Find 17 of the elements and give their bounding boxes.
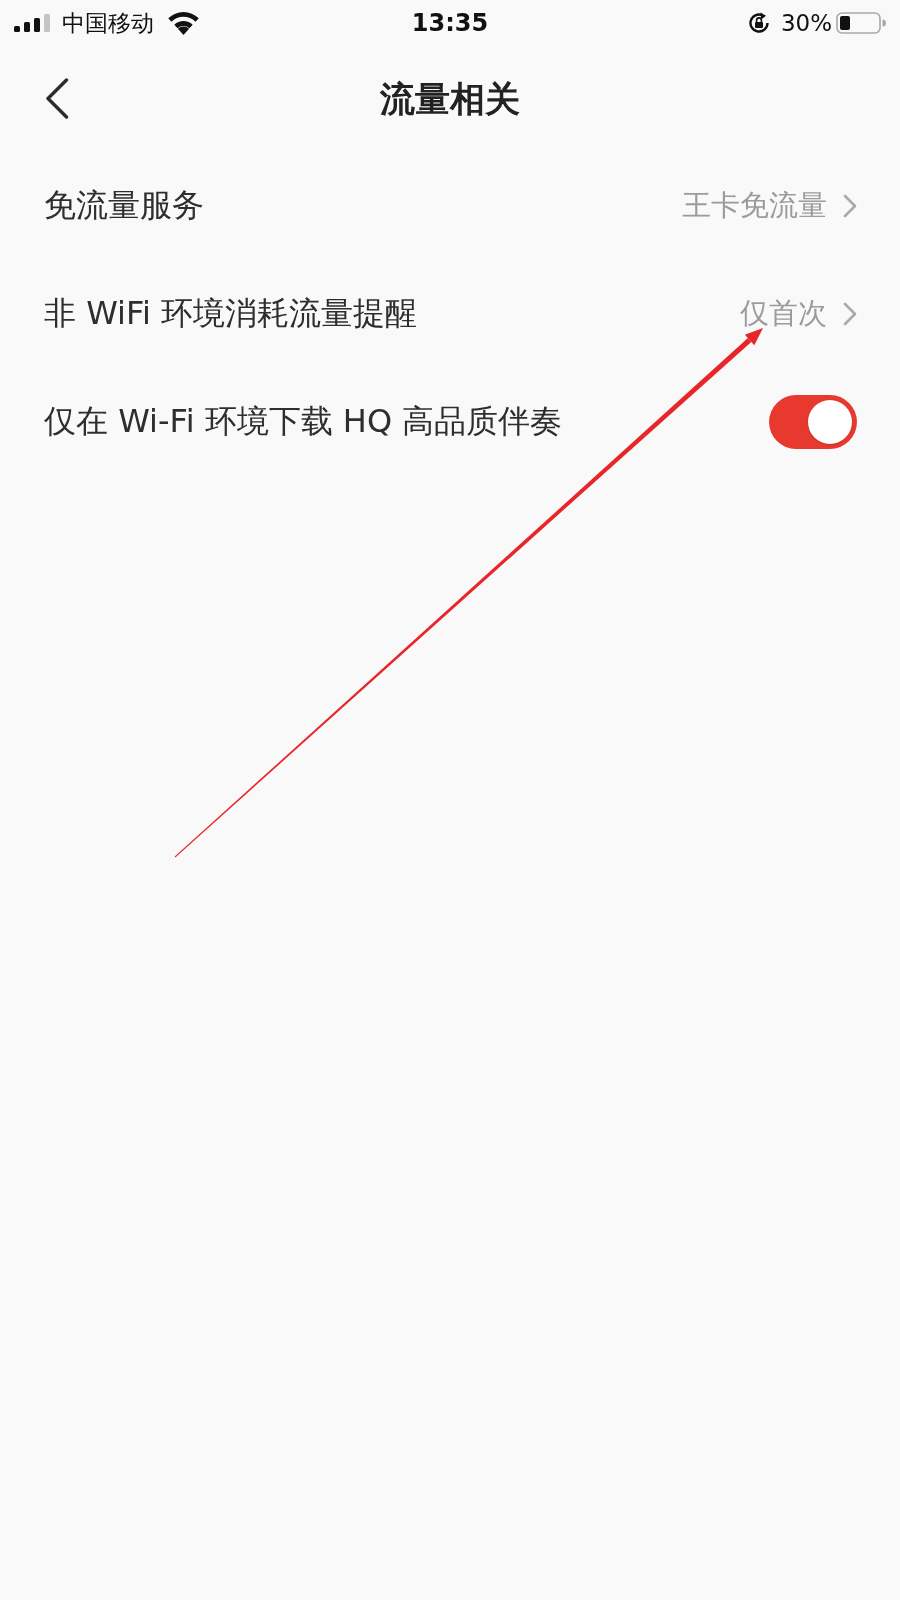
setting-value-button[interactable]: 仅首次 — [740, 294, 857, 334]
chevron-right-icon — [843, 302, 857, 326]
chevron-right-icon — [843, 194, 857, 218]
wifi-icon — [168, 11, 199, 35]
setting-label: 免流量服务 — [44, 185, 204, 226]
setting-value-button[interactable]: 王卡免流量 — [682, 186, 857, 226]
back-icon[interactable] — [45, 78, 69, 119]
signal-icon — [14, 14, 52, 32]
carrier-name: 中国移动 — [62, 8, 154, 38]
setting-label: 非 WiFi 环境消耗流量提醒 — [44, 293, 418, 334]
clock-time: 13:35 — [411, 9, 489, 37]
battery-percent: 30% — [780, 10, 832, 36]
battery-icon — [836, 12, 886, 34]
setting-label: 仅在 Wi-Fi 环境下载 HQ 高品质伴奏 — [44, 401, 563, 442]
rotation-lock-icon — [746, 11, 771, 35]
page-title: 流量相关 — [380, 77, 520, 121]
toggle-switch[interactable] — [769, 395, 857, 449]
